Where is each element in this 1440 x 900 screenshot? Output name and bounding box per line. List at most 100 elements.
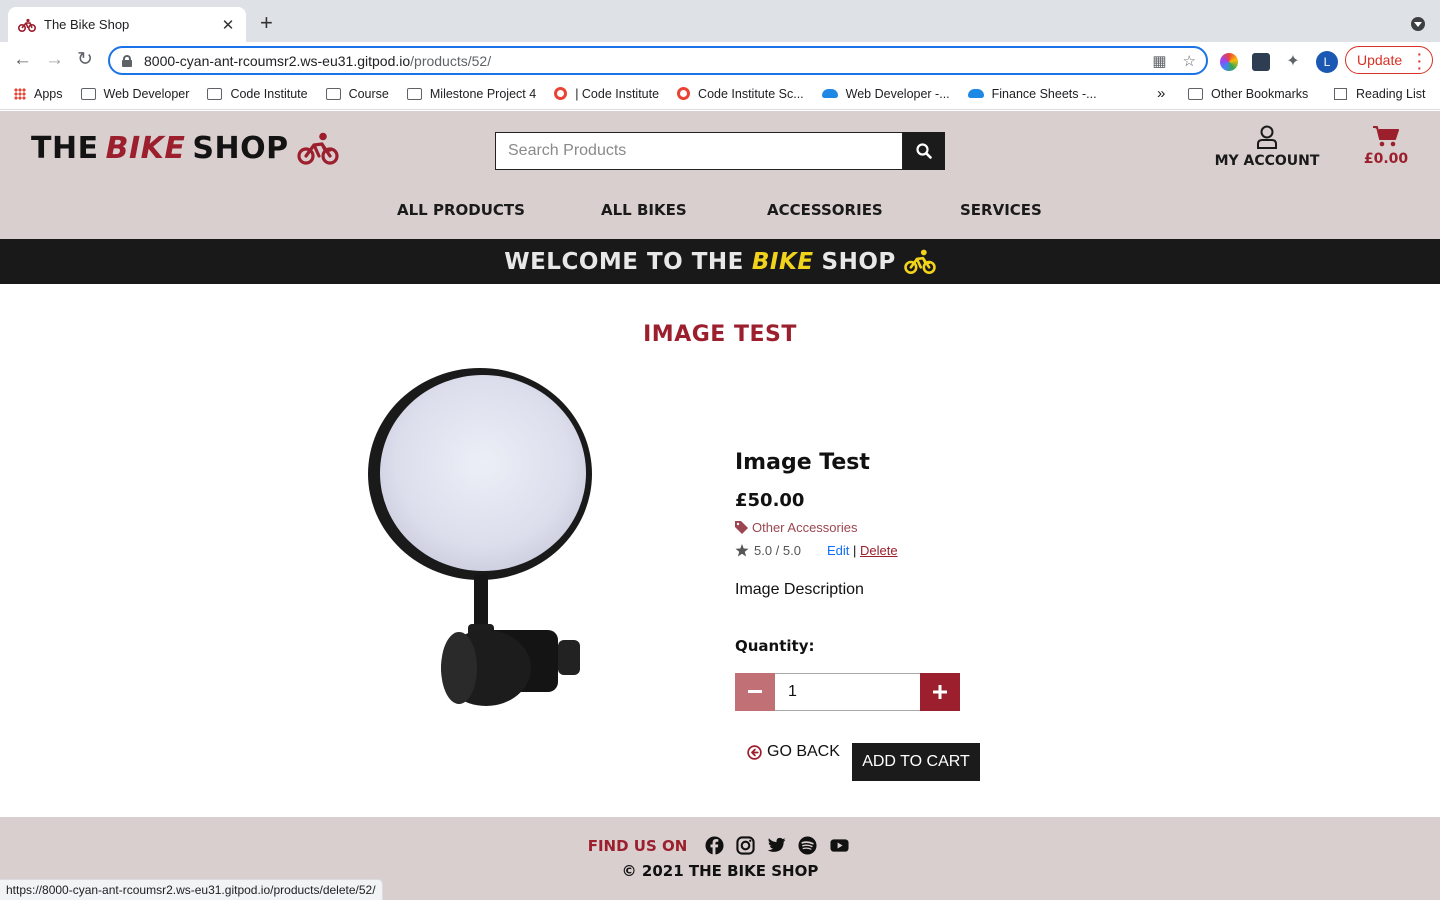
bookmark-finance-sheets[interactable]: Finance Sheets -...: [967, 87, 1097, 101]
quantity-label: Quantity:: [735, 637, 815, 655]
add-to-cart-button[interactable]: ADD TO CART: [852, 743, 980, 781]
copyright: © 2021 THE BIKE SHOP: [621, 862, 819, 880]
url-text: 8000-cyan-ant-rcoumsr2.ws-eu31.gitpod.io…: [144, 52, 492, 69]
browser-tab-strip: The Bike Shop ✕ +: [0, 0, 1440, 42]
bookmarks-overflow-icon[interactable]: »: [1157, 85, 1165, 102]
cart-link[interactable]: £0.00: [1362, 125, 1410, 167]
lock-icon: [122, 54, 132, 67]
reading-list[interactable]: Reading List: [1334, 87, 1426, 101]
nav-all-products[interactable]: ALL PRODUCTS: [397, 201, 525, 219]
go-back-button[interactable]: GO BACK: [747, 743, 840, 761]
address-bar[interactable]: 8000-cyan-ant-rcoumsr2.ws-eu31.gitpod.io…: [108, 46, 1208, 75]
bookmark-milestone-project[interactable]: Milestone Project 4: [406, 87, 536, 101]
banner-text-bike: BIKE: [751, 248, 814, 275]
forward-icon[interactable]: →: [45, 50, 64, 70]
facebook-icon[interactable]: [705, 836, 724, 855]
delete-link[interactable]: Delete: [860, 543, 898, 558]
product-category-link[interactable]: Other Accessories: [735, 520, 858, 535]
reading-list-icon: [1334, 88, 1347, 100]
product-description: Image Description: [735, 581, 864, 598]
youtube-icon[interactable]: [829, 836, 850, 855]
logo-text-shop: SHOP: [192, 131, 289, 166]
go-back-label: GO BACK: [767, 743, 840, 760]
edit-delete-separator: |: [853, 543, 857, 558]
product-category: Other Accessories: [752, 520, 858, 535]
shopping-cart-icon: [1373, 126, 1399, 147]
color-picker-extension-icon[interactable]: [1220, 53, 1238, 71]
tag-icon: [735, 521, 748, 534]
welcome-banner: WELCOME TO THE BIKE SHOP: [0, 239, 1440, 284]
reload-icon[interactable]: ↻: [77, 50, 93, 70]
folder-icon: [406, 87, 422, 100]
bookmark-code-institute-site[interactable]: | Code Institute: [554, 87, 659, 101]
instagram-icon[interactable]: [736, 836, 755, 855]
tab-title: The Bike Shop: [44, 17, 130, 32]
bookmark-web-developer[interactable]: Web Developer: [80, 87, 189, 101]
bookmark-other-bookmarks[interactable]: Other Bookmarks: [1188, 87, 1308, 101]
twitter-icon[interactable]: [767, 836, 786, 855]
folder-icon: [207, 87, 223, 100]
bookmark-course[interactable]: Course: [325, 87, 389, 101]
arrow-circle-left-icon: [747, 744, 762, 760]
search-button[interactable]: [903, 132, 945, 170]
folder-icon: [80, 87, 96, 100]
social-links: FIND US ON: [0, 836, 1440, 855]
product-price: £50.00: [735, 490, 805, 511]
search-bar: [495, 132, 945, 170]
search-input[interactable]: [495, 132, 903, 170]
my-account-link[interactable]: MY ACCOUNT: [1214, 125, 1320, 169]
folder-icon: [325, 87, 341, 100]
product-rating: 5.0 / 5.0: [754, 543, 801, 558]
browser-tab[interactable]: The Bike Shop ✕: [8, 7, 246, 42]
logo-text-bike: BIKE: [105, 131, 186, 166]
bookmark-code-institute-sc[interactable]: Code Institute Sc...: [677, 87, 804, 101]
qr-code-icon[interactable]: ▦: [1152, 52, 1166, 70]
plus-icon: [933, 685, 947, 699]
edit-link[interactable]: Edit: [827, 543, 849, 558]
bookmark-code-institute[interactable]: Code Institute: [207, 87, 308, 101]
onedrive-icon: [821, 89, 838, 98]
product-rating-row: 5.0 / 5.0 Edit | Delete: [735, 543, 898, 558]
new-tab-icon[interactable]: +: [260, 12, 273, 34]
nav-services[interactable]: SERVICES: [960, 201, 1042, 219]
link-status-bar: https://8000-cyan-ant-rcoumsr2.ws-eu31.g…: [0, 879, 383, 900]
profile-avatar[interactable]: L: [1316, 51, 1338, 73]
find-us-label: FIND US ON: [587, 836, 688, 855]
bookmark-star-icon[interactable]: ☆: [1183, 52, 1196, 70]
site-header: THE BIKE SHOP MY ACCOUNT: [0, 111, 1440, 239]
nav-accessories[interactable]: ACCESSORIES: [767, 201, 883, 219]
onedrive-icon: [967, 89, 984, 98]
quantity-input[interactable]: [775, 673, 920, 711]
tab-search-icon[interactable]: [1411, 17, 1425, 31]
update-button[interactable]: Update · · ·: [1345, 46, 1433, 76]
tab-close-icon[interactable]: ✕: [220, 16, 236, 34]
folder-icon: [1188, 88, 1203, 100]
spotify-icon[interactable]: [798, 836, 817, 855]
my-account-label: MY ACCOUNT: [1214, 153, 1320, 169]
search-icon: [916, 143, 932, 159]
increment-quantity-button[interactable]: [920, 673, 960, 711]
logo-text-the: THE: [31, 131, 99, 166]
page-title: IMAGE TEST: [643, 322, 797, 347]
product-details: Image Test £50.00 Other Accessories 5.0 …: [735, 450, 1135, 781]
site-logo[interactable]: THE BIKE SHOP: [31, 131, 339, 166]
product-image[interactable]: [358, 362, 608, 712]
back-icon[interactable]: ←: [13, 50, 32, 70]
bookmark-apps[interactable]: Apps: [14, 87, 63, 101]
banner-text-shop: SHOP: [821, 248, 896, 275]
screenshot-extension-icon[interactable]: [1252, 53, 1270, 71]
decrement-quantity-button[interactable]: [735, 673, 775, 711]
code-institute-icon: [677, 87, 691, 100]
main-nav: ALL PRODUCTS ALL BIKES ACCESSORIES SERVI…: [0, 201, 1440, 221]
menu-dots-icon: · · ·: [1417, 46, 1422, 76]
code-institute-icon: [554, 87, 568, 100]
update-label: Update: [1357, 52, 1403, 68]
cyclist-banner-icon: [903, 249, 936, 274]
star-icon: [735, 544, 749, 557]
browser-toolbar: ← → ↻ 8000-cyan-ant-rcoumsr2.ws-eu31.git…: [0, 42, 1440, 78]
user-icon: [1257, 125, 1277, 149]
bookmark-web-developer-doc[interactable]: Web Developer -...: [821, 87, 950, 101]
nav-all-bikes[interactable]: ALL BIKES: [601, 201, 687, 219]
minus-icon: [748, 690, 762, 693]
extensions-puzzle-icon[interactable]: ✦: [1284, 53, 1302, 71]
